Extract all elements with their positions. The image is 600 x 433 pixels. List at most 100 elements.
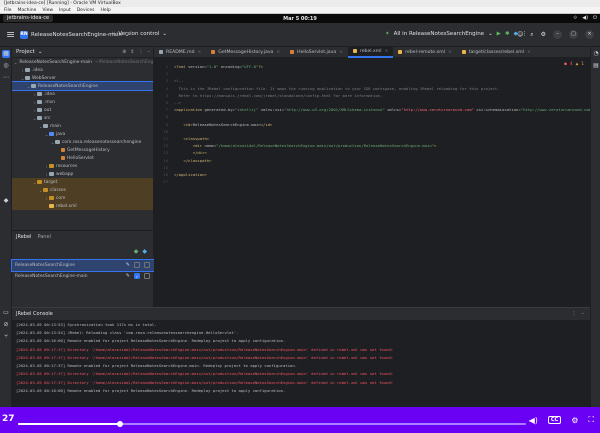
- commit-tool-icon[interactable]: ◎: [2, 62, 10, 70]
- settings-icon[interactable]: ⚙: [541, 31, 546, 38]
- close-icon[interactable]: ×: [198, 50, 202, 55]
- tree-item[interactable]: › resources: [12, 162, 153, 170]
- system-tray[interactable]: ⟐ ◀) ⏻: [573, 15, 597, 21]
- run-config-widget[interactable]: ✦ All in ReleaseNotesSearchEngine ⌄ ▶ ✱ …: [385, 31, 527, 37]
- hide-icon[interactable]: –: [582, 311, 585, 317]
- code-line[interactable]: </dir>: [174, 150, 207, 155]
- edit-icon[interactable]: ✎: [126, 273, 130, 279]
- tree-item[interactable]: HelloServlet: [12, 154, 153, 162]
- progress-knob[interactable]: [116, 421, 123, 427]
- tree-item[interactable]: › .mvn: [12, 98, 153, 106]
- tree-item[interactable]: ⌄ java: [12, 130, 153, 138]
- vbox-menu-machine[interactable]: Machine: [18, 8, 37, 13]
- clock[interactable]: Mar 5 00:19: [0, 16, 600, 22]
- jrebel-checkbox[interactable]: [134, 262, 140, 268]
- tree-item[interactable]: ⌄ ReleaseNotesSearchEngine: [12, 81, 153, 91]
- debug-icon[interactable]: ✱: [505, 31, 510, 37]
- tree-item[interactable]: › .idea: [12, 66, 153, 74]
- hide-icon[interactable]: –: [148, 49, 151, 55]
- volume-icon[interactable]: ◀): [529, 416, 538, 425]
- settings-icon[interactable]: ⚙: [571, 416, 578, 425]
- editor-tab[interactable]: README.md ×: [154, 47, 206, 58]
- vbox-menu-input[interactable]: Input: [59, 8, 71, 13]
- close-icon[interactable]: ×: [384, 49, 388, 54]
- tree-item[interactable]: ⌄ target: [12, 178, 153, 186]
- editor-tab[interactable]: rebel.xml ×: [347, 46, 394, 58]
- close-icon[interactable]: ×: [448, 50, 452, 55]
- edit-icon[interactable]: ✎: [126, 262, 130, 268]
- tab-panel[interactable]: Panel: [37, 234, 51, 240]
- code-line[interactable]: <application generated-by="intellij" xml…: [174, 107, 590, 112]
- chevron-down-icon[interactable]: ⌄: [38, 49, 43, 55]
- editor-tab[interactable]: HelloServlet.java ×: [285, 47, 348, 58]
- remote-checkbox[interactable]: [144, 273, 150, 279]
- jrebel-checkbox[interactable]: ✓: [134, 273, 140, 279]
- project-tool-icon[interactable]: ▦: [2, 50, 10, 58]
- tree-item[interactable]: › out: [12, 106, 153, 114]
- tree-item[interactable]: ⌄ com.rosa.releasenotessearchengine: [12, 138, 153, 146]
- run-icon[interactable]: ▶: [497, 31, 501, 37]
- structure-tool-icon[interactable]: ⋯: [2, 74, 10, 82]
- tab-jrebel[interactable]: JRebel: [16, 234, 31, 240]
- vbox-menu-file[interactable]: File: [4, 8, 12, 13]
- tree-item[interactable]: › .idea: [12, 90, 153, 98]
- cc-button[interactable]: CC: [547, 416, 562, 424]
- problems-tool-icon[interactable]: ⊘: [2, 321, 10, 329]
- version-control-widget[interactable]: ⑂ Version control ⌄: [112, 31, 167, 37]
- collapse-icon[interactable]: ⇕: [130, 49, 134, 55]
- chevron-down-icon[interactable]: ⌄: [14, 60, 17, 65]
- code-line[interactable]: <dir name="/home/alexeiidal/ReleaseNotes…: [174, 143, 437, 148]
- minimize-icon[interactable]: –: [553, 30, 562, 39]
- terminal-tool-icon[interactable]: ▭: [2, 309, 10, 317]
- code-line[interactable]: </classpath>: [174, 158, 211, 163]
- tree-item[interactable]: rebel.xml: [12, 202, 153, 210]
- fullscreen-icon[interactable]: ⛶: [588, 415, 594, 425]
- remote-checkbox[interactable]: [144, 262, 150, 268]
- close-icon[interactable]: ×: [585, 30, 594, 39]
- code-line[interactable]: <classpath>: [174, 136, 209, 141]
- editor-tab[interactable]: target/classes/rebel.xml ×: [457, 47, 536, 58]
- code-line[interactable]: -->: [174, 100, 181, 105]
- profile-icon[interactable]: ☺: [517, 31, 523, 38]
- database-icon[interactable]: ▤: [592, 62, 600, 70]
- git-tool-icon[interactable]: ⑂: [2, 333, 10, 341]
- code-line[interactable]: <id>ReleaseNotesSearchEngine-main</id>: [174, 122, 272, 127]
- vbox-menu-help[interactable]: Help: [100, 8, 110, 13]
- editor-tab[interactable]: rebel-remote.xml ×: [393, 47, 457, 58]
- code-line[interactable]: Refer to https://manuals.jrebel.com/jreb…: [174, 93, 383, 98]
- notifications-icon[interactable]: ◔: [592, 50, 600, 58]
- vbox-menu-view[interactable]: View: [42, 8, 53, 13]
- close-icon[interactable]: ×: [339, 50, 343, 55]
- console-title[interactable]: JRebel Console: [16, 311, 53, 317]
- main-menu-icon[interactable]: ≡: [6, 28, 15, 41]
- vbox-menu-devices[interactable]: Devices: [77, 8, 95, 13]
- tree-item[interactable]: ⌄ main: [12, 122, 153, 130]
- jrebel-module-row[interactable]: ReleaseNotesSearchEngine-main ✎ ✓: [12, 271, 154, 282]
- code-line[interactable]: <!--: [174, 78, 183, 83]
- code-editor[interactable]: 1 2 3 4 5 6 7 8 9 10 11 12 13 14 15 16 17 ● 4 ▲ 1 <?xml …: [154, 58, 590, 307]
- jrebel-tool-icon[interactable]: ◆: [2, 197, 10, 205]
- maximize-icon[interactable]: □: [569, 30, 578, 39]
- code-line[interactable]: <?xml version="1.0" encoding="UTF-8"?>: [174, 64, 263, 69]
- search-icon[interactable]: ⌕: [530, 31, 533, 39]
- close-icon[interactable]: ×: [527, 50, 531, 55]
- tree-item[interactable]: GetMessageHistory: [12, 146, 153, 154]
- tree-item[interactable]: › webapp: [12, 170, 153, 178]
- tree-item[interactable]: ⌄ src: [12, 114, 153, 122]
- code-line[interactable]: </application>: [174, 172, 207, 177]
- close-icon[interactable]: ×: [276, 50, 280, 55]
- jrebel-remote-icon[interactable]: ◆: [142, 248, 147, 255]
- locate-icon[interactable]: ⊕: [122, 49, 126, 55]
- tree-item[interactable]: ⌄ ReleaseNotesSearchEngine-main ~/ReleaseN…: [12, 58, 153, 66]
- code-line[interactable]: This is the JRebel configuration file. I…: [174, 86, 500, 91]
- progress-track[interactable]: [18, 421, 526, 427]
- tree-item[interactable]: ⌄ WebServer: [12, 74, 153, 82]
- jrebel-module-row[interactable]: ReleaseNotesSearchEngine ✎: [11, 259, 155, 272]
- editor-tab[interactable]: GetMessageHistory.java ×: [206, 47, 285, 58]
- jrebel-enable-icon[interactable]: ◆: [134, 248, 139, 255]
- tree-item[interactable]: ⌄ classes: [12, 186, 153, 194]
- more-icon[interactable]: ⋮: [572, 311, 577, 317]
- more-icon[interactable]: ⋮: [139, 49, 144, 55]
- tree-item[interactable]: › com: [12, 194, 153, 202]
- project-panel-title[interactable]: Project: [16, 49, 35, 55]
